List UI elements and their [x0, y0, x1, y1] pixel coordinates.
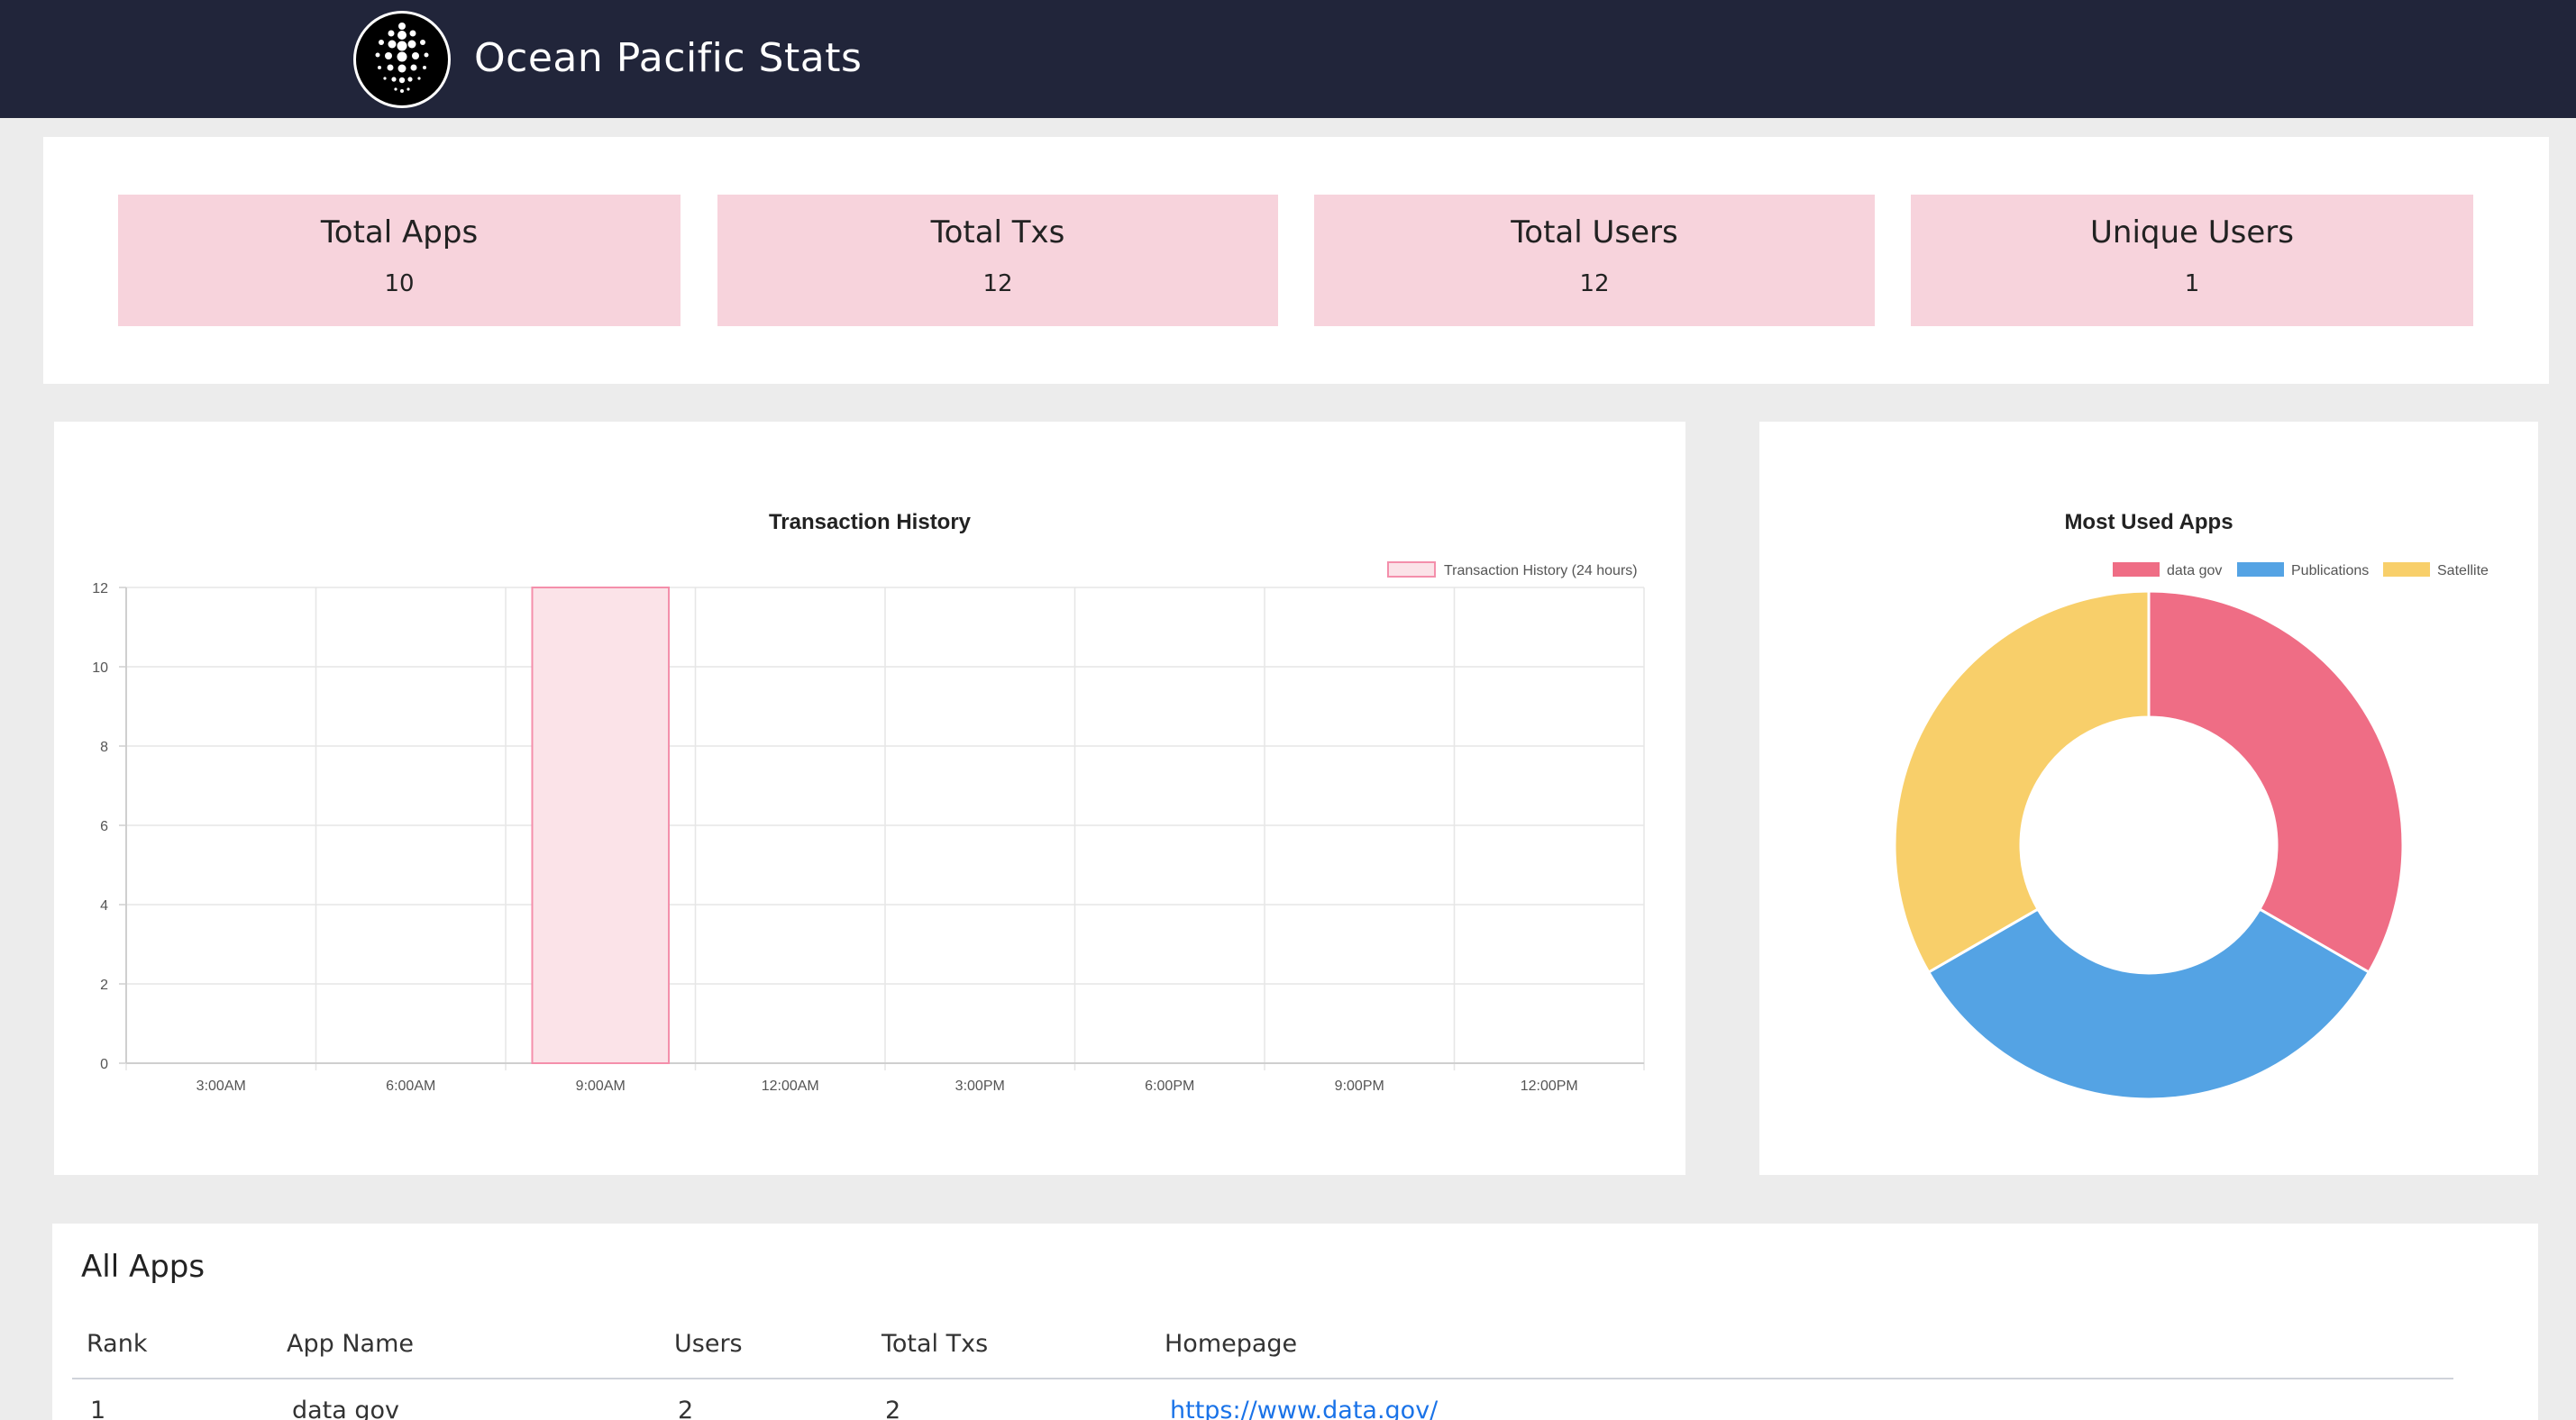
column-header-total-txs[interactable]: Total Txs	[882, 1330, 988, 1358]
stat-label: Total Users	[1511, 214, 1678, 250]
legend-swatch	[2113, 562, 2160, 577]
stat-label: Total Apps	[320, 214, 479, 250]
bar	[531, 587, 671, 1064]
table-cell-homepage: https://www.data.gov/	[1170, 1397, 1438, 1420]
y-tick-label: 8	[100, 740, 108, 755]
homepage-link[interactable]: https://www.data.gov/	[1170, 1397, 1438, 1420]
y-tick-label: 12	[92, 581, 108, 596]
donut-slice	[2147, 589, 2405, 975]
stat-value: 1	[2184, 270, 2200, 297]
x-tick-label: 12:00PM	[1521, 1079, 1578, 1094]
app-title: Ocean Pacific Stats	[474, 35, 863, 81]
legend-label: Satellite	[2437, 563, 2489, 578]
stat-value: 12	[1579, 270, 1610, 297]
x-tick-label: 12:00AM	[762, 1079, 819, 1094]
legend-swatch	[2237, 562, 2284, 577]
x-tick-label: 9:00PM	[1335, 1079, 1384, 1094]
top-bar: Ocean Pacific Stats	[0, 0, 2576, 118]
x-tick-label: 3:00PM	[955, 1079, 1005, 1094]
stat-label: Unique Users	[2090, 214, 2294, 250]
stat-value: 12	[982, 270, 1013, 297]
legend-label: data gov	[2167, 563, 2222, 578]
stat-card-total-apps: Total Apps 10	[118, 195, 681, 326]
y-tick-label: 4	[100, 898, 108, 914]
most-used-apps-chart[interactable]: data gov Publications Satellite	[1759, 422, 2538, 1175]
table-cell-total-txs: 2	[885, 1397, 901, 1420]
column-header-rank[interactable]: Rank	[87, 1330, 147, 1358]
y-tick-label: 0	[100, 1057, 108, 1072]
donut-slice	[1893, 589, 2151, 975]
table-cell-app-name: data gov	[292, 1397, 400, 1420]
section-title: All Apps	[81, 1249, 206, 1285]
y-tick-label: 2	[100, 978, 108, 993]
x-tick-label: 6:00AM	[386, 1079, 435, 1094]
stat-value: 10	[384, 270, 415, 297]
y-tick-label: 10	[92, 660, 108, 676]
stat-card-total-txs: Total Txs 12	[717, 195, 1278, 326]
column-header-app-name[interactable]: App Name	[287, 1330, 414, 1358]
x-tick-label: 6:00PM	[1145, 1079, 1194, 1094]
legend-swatch	[1387, 561, 1436, 578]
legend-swatch	[2383, 562, 2430, 577]
stat-label: Total Txs	[930, 214, 1065, 250]
donut-slice	[1926, 906, 2371, 1101]
transaction-history-panel: Transaction History 0 2 4 6 8 10 12 3:00AM 6:00A…	[54, 422, 1685, 1175]
stat-card-total-users: Total Users 12	[1314, 195, 1875, 326]
y-tick-label: 6	[100, 819, 108, 834]
legend-label: Transaction History (24 hours)	[1444, 563, 1638, 578]
ocean-logo-icon[interactable]	[353, 11, 451, 108]
column-header-users[interactable]: Users	[674, 1330, 743, 1358]
x-tick-label: 9:00AM	[576, 1079, 626, 1094]
x-tick-label: 3:00AM	[196, 1079, 246, 1094]
stats-panel: Total Apps 10 Total Txs 12 Total Users 1…	[43, 137, 2549, 384]
table-cell-users: 2	[678, 1397, 694, 1420]
all-apps-panel: All Apps Rank App Name Users Total Txs H…	[52, 1224, 2538, 1420]
table-cell-rank: 1	[90, 1397, 106, 1420]
legend-label: Publications	[2291, 563, 2369, 578]
logo-dots	[375, 23, 429, 93]
table-header-divider	[72, 1378, 2453, 1379]
column-header-homepage[interactable]: Homepage	[1165, 1330, 1297, 1358]
transaction-history-chart[interactable]: 0 2 4 6 8 10 12 3:00AM 6:00AM 9:00AM 12:00AM 3:00PM…	[54, 422, 1685, 1175]
stat-card-unique-users: Unique Users 1	[1911, 195, 2473, 326]
most-used-apps-panel: Most Used Apps data gov Publications Satel…	[1759, 422, 2538, 1175]
